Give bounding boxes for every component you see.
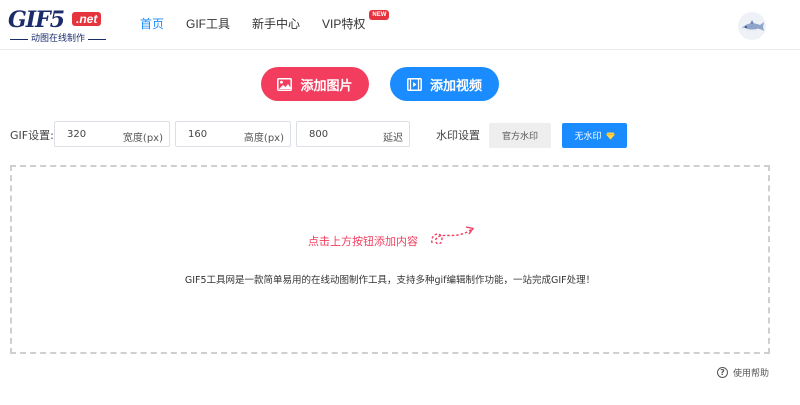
no-watermark-button[interactable]: 无水印 xyxy=(562,123,627,148)
help-label: 使用帮助 xyxy=(733,369,770,379)
help-link[interactable]: ? 使用帮助 xyxy=(717,366,769,379)
add-image-label: 添加图片 xyxy=(300,77,353,93)
logo-net-badge: .net xyxy=(72,12,102,26)
image-icon xyxy=(277,77,293,91)
official-watermark-button[interactable]: 官方水印 xyxy=(489,123,551,148)
gif-settings-label: GIF设置: xyxy=(10,129,54,142)
drop-description: GIF5工具网是一款简单易用的在线动图制作工具，支持多种gif编辑制作功能，一站… xyxy=(184,275,596,286)
divider xyxy=(10,38,28,40)
height-value: 160 xyxy=(188,129,208,140)
upload-drop-zone[interactable]: 点击上方按钮添加内容 GIF5工具网是一款简单易用的在线动图制作工具，支持多种g… xyxy=(10,165,770,354)
logo-text: GIF5 xyxy=(8,7,65,33)
shark-avatar-icon xyxy=(742,20,764,31)
delay-unit: 延迟 xyxy=(383,133,403,144)
nav-item-vip[interactable]: VIP特权 NEW xyxy=(322,10,390,36)
logo-tagline: 动图在线制作 xyxy=(31,34,86,44)
curly-arrow-icon xyxy=(431,226,475,245)
site-logo[interactable]: GIF5 .net 动图在线制作 xyxy=(8,8,118,44)
nav-item-home[interactable]: 首页 xyxy=(140,16,164,36)
site-header: GIF5 .net 动图在线制作 首页 GIF工具 新手中心 VIP特权 NEW xyxy=(0,0,800,50)
drop-hint: 点击上方按钮添加内容 xyxy=(308,235,418,248)
height-field[interactable]: 160 高度(px) xyxy=(175,121,291,147)
help-icon: ? xyxy=(717,367,728,378)
no-watermark-label: 无水印 xyxy=(574,132,602,142)
logo-tagline-row: 动图在线制作 xyxy=(10,34,107,44)
add-video-label: 添加视频 xyxy=(429,77,482,93)
new-badge: NEW xyxy=(369,10,390,20)
nav-item-gif-tools[interactable]: GIF工具 xyxy=(186,16,230,36)
add-image-button[interactable]: 添加图片 xyxy=(261,67,369,101)
delay-field[interactable]: 800 延迟 xyxy=(296,121,410,147)
diamond-icon xyxy=(605,132,615,140)
width-unit: 宽度(px) xyxy=(122,133,163,144)
divider xyxy=(88,38,107,40)
main-nav: 首页 GIF工具 新手中心 VIP特权 NEW xyxy=(140,10,390,36)
height-unit: 高度(px) xyxy=(243,133,284,144)
delay-value: 800 xyxy=(309,129,329,140)
width-field[interactable]: 320 宽度(px) xyxy=(54,121,170,147)
avatar[interactable] xyxy=(738,12,766,40)
add-video-button[interactable]: 添加视频 xyxy=(390,67,499,101)
nav-item-vip-label: VIP特权 xyxy=(322,17,366,31)
video-icon xyxy=(407,77,422,91)
watermark-settings-label: 水印设置 xyxy=(436,129,480,142)
nav-item-beginner-center[interactable]: 新手中心 xyxy=(252,16,300,36)
width-value: 320 xyxy=(67,129,87,140)
